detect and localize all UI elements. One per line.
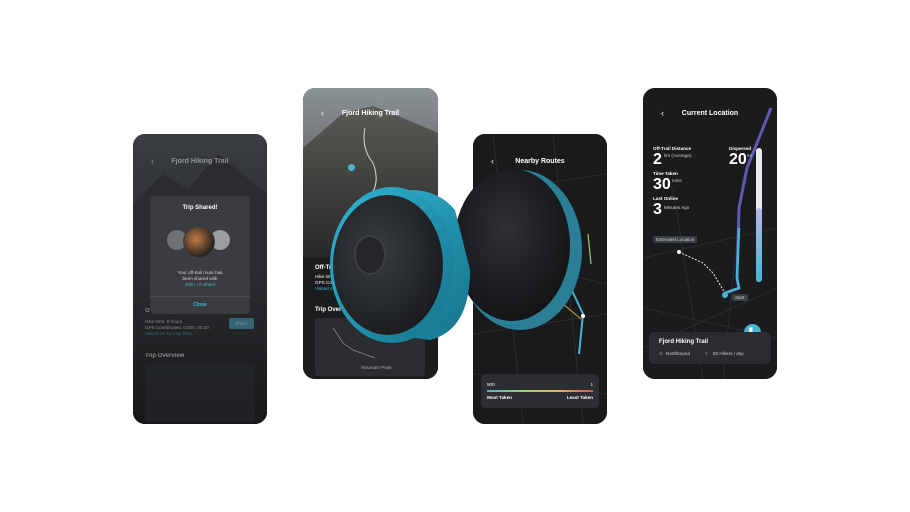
earbud-device (330, 169, 582, 343)
